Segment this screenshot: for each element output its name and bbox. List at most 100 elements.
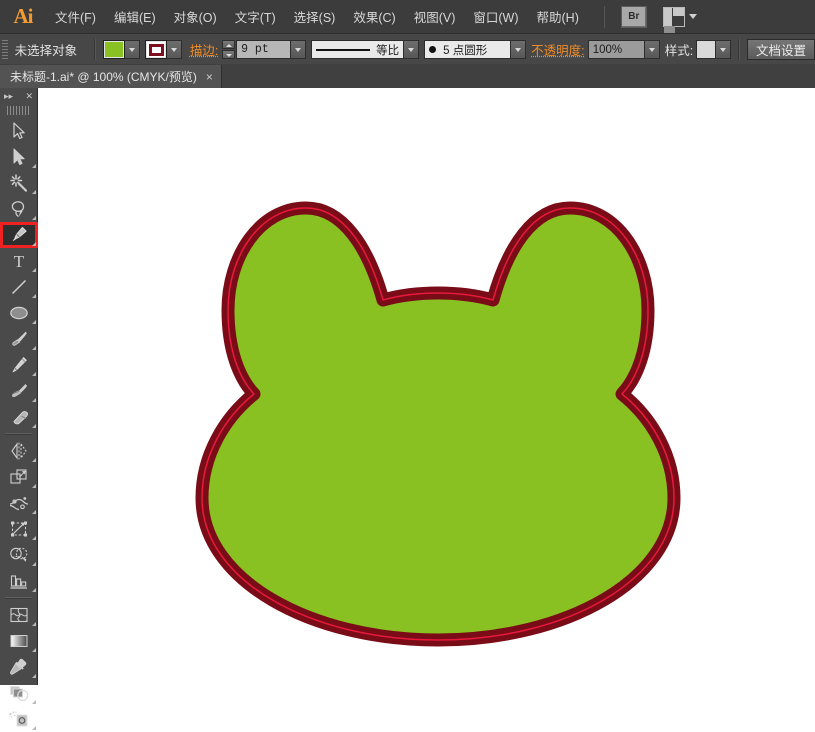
fill-color-control[interactable] <box>102 40 140 59</box>
stroke-weight-control[interactable]: 9 pt <box>222 40 307 59</box>
tool-group-indicator-icon <box>32 216 36 220</box>
tool-scale[interactable] <box>0 464 38 490</box>
brush-definition-control[interactable]: 5 点圆形 <box>424 40 527 59</box>
tool-ellipse[interactable] <box>0 300 38 326</box>
stroke-weight-stepper[interactable] <box>222 40 236 59</box>
opacity-dropdown-button[interactable] <box>644 40 660 59</box>
tool-rotate[interactable] <box>0 438 38 464</box>
tool-group-indicator-icon <box>32 320 36 324</box>
stroke-color-swatch[interactable] <box>145 40 168 59</box>
svg-text:T: T <box>14 252 25 271</box>
tools-panel-header: ▸▸ ✕ <box>0 88 37 104</box>
tool-blend[interactable] <box>0 680 38 706</box>
tool-group-indicator-icon <box>32 372 36 376</box>
document-tab[interactable]: 未标题-1.ai* @ 100% (CMYK/预览) × <box>0 65 222 88</box>
artwork-svg[interactable] <box>38 88 815 685</box>
control-bar-grip[interactable] <box>2 39 8 60</box>
brush-definition-dropdown-button[interactable] <box>511 40 527 59</box>
menu-item-window[interactable]: 窗口(W) <box>464 0 527 33</box>
tool-group-indicator-icon <box>32 242 36 246</box>
app-logo: Ai <box>13 4 34 28</box>
opacity-value[interactable]: 100% <box>587 40 645 59</box>
stroke-profile-label: 等比 <box>376 44 400 57</box>
menu-item-type[interactable]: 文字(T) <box>226 0 285 33</box>
tool-pencil[interactable] <box>0 352 38 378</box>
tool-selection[interactable] <box>0 118 38 144</box>
tool-group-indicator-icon <box>32 294 36 298</box>
tools-divider <box>5 597 32 599</box>
control-bar: 未选择对象 描边: 9 pt 等比 5 点圆形 不透明度: 100% 样式: 文… <box>0 33 815 66</box>
tool-free-transform[interactable] <box>0 516 38 542</box>
menu-item-view[interactable]: 视图(V) <box>405 0 465 33</box>
document-tab-title: 未标题-1.ai* @ 100% (CMYK/预览) <box>10 70 197 84</box>
tool-gradient[interactable] <box>0 628 38 654</box>
illustrator-window: Ai 文件(F) 编辑(E) 对象(O) 文字(T) 选择(S) 效果(C) 视… <box>0 0 815 730</box>
menu-item-effect[interactable]: 效果(C) <box>344 0 404 33</box>
style-label: 样式: <box>664 44 694 58</box>
graphic-style-control[interactable] <box>696 40 732 59</box>
tool-eraser[interactable] <box>0 404 38 430</box>
tool-group-indicator-icon <box>32 346 36 350</box>
menu-item-file[interactable]: 文件(F) <box>46 0 105 33</box>
tool-column-graph[interactable] <box>0 568 38 594</box>
tool-pen[interactable] <box>0 222 38 248</box>
tool-group-indicator-icon <box>32 510 36 514</box>
arrange-documents-icon[interactable] <box>662 6 685 35</box>
menu-item-edit[interactable]: 编辑(E) <box>105 0 165 33</box>
tool-line-segment[interactable] <box>0 274 38 300</box>
fill-dropdown-button[interactable] <box>124 40 140 59</box>
tool-group-indicator-icon <box>32 726 36 730</box>
document-setup-button[interactable]: 文档设置 <box>746 39 815 60</box>
frog-head-shape[interactable] <box>195 201 681 647</box>
graphic-style-dropdown-button[interactable] <box>716 40 732 59</box>
menu-bar: Ai 文件(F) 编辑(E) 对象(O) 文字(T) 选择(S) 效果(C) 视… <box>0 0 815 35</box>
tool-group-indicator-icon <box>32 700 36 704</box>
artboard-canvas[interactable] <box>38 88 815 685</box>
menu-item-select[interactable]: 选择(S) <box>285 0 345 33</box>
brush-definition-value[interactable]: 5 点圆形 <box>424 40 512 59</box>
collapse-panel-icon[interactable]: ▸▸ <box>4 91 13 101</box>
tools-panel-grip[interactable] <box>7 106 30 115</box>
tool-width[interactable] <box>0 490 38 516</box>
tool-paintbrush[interactable] <box>0 326 38 352</box>
stroke-dropdown-button[interactable] <box>167 40 183 59</box>
tool-group-indicator-icon <box>32 562 36 566</box>
brush-dot-icon <box>429 46 437 53</box>
tool-direct-selection[interactable] <box>0 144 38 170</box>
close-icon[interactable]: × <box>206 71 213 83</box>
tool-magic-wand[interactable] <box>0 170 38 196</box>
tool-type[interactable]: T <box>0 248 38 274</box>
document-tab-bar: 未标题-1.ai* @ 100% (CMYK/预览) × <box>0 64 815 88</box>
tool-group-indicator-icon <box>32 190 36 194</box>
stroke-color-control[interactable] <box>145 40 183 59</box>
menu-item-object[interactable]: 对象(O) <box>165 0 226 33</box>
tool-group-indicator-icon <box>32 458 36 462</box>
tool-mesh[interactable] <box>0 602 38 628</box>
opacity-control[interactable]: 100% <box>587 40 660 59</box>
divider <box>94 39 96 60</box>
menu-item-help[interactable]: 帮助(H) <box>528 0 588 33</box>
graphic-style-swatch[interactable] <box>696 40 717 59</box>
chevron-down-icon[interactable] <box>688 14 697 19</box>
tool-group-indicator-icon <box>32 674 36 678</box>
tool-symbol-sprayer[interactable] <box>0 706 38 732</box>
close-panel-icon[interactable]: ✕ <box>25 91 33 101</box>
menu-divider <box>603 5 605 28</box>
line-preview-icon <box>316 48 371 51</box>
stroke-weight-value[interactable]: 9 pt <box>236 40 292 59</box>
tool-group-indicator-icon <box>32 164 36 168</box>
stroke-weight-label[interactable]: 描边: <box>190 40 218 59</box>
tool-eyedropper[interactable] <box>0 654 38 680</box>
stroke-weight-dropdown-button[interactable] <box>291 40 307 59</box>
tool-blob-brush[interactable] <box>0 378 38 404</box>
fill-color-swatch[interactable] <box>102 40 125 59</box>
stroke-profile-value[interactable]: 等比 <box>311 40 405 59</box>
opacity-label[interactable]: 不透明度: <box>531 40 584 59</box>
stroke-profile-control[interactable]: 等比 <box>311 40 420 59</box>
selection-status-label: 未选择对象 <box>14 44 78 58</box>
tool-group-indicator-icon <box>32 588 36 592</box>
bridge-icon[interactable]: Br <box>620 5 647 28</box>
stroke-profile-dropdown-button[interactable] <box>404 40 420 59</box>
tool-lasso[interactable] <box>0 196 38 222</box>
tool-shape-builder[interactable] <box>0 542 38 568</box>
